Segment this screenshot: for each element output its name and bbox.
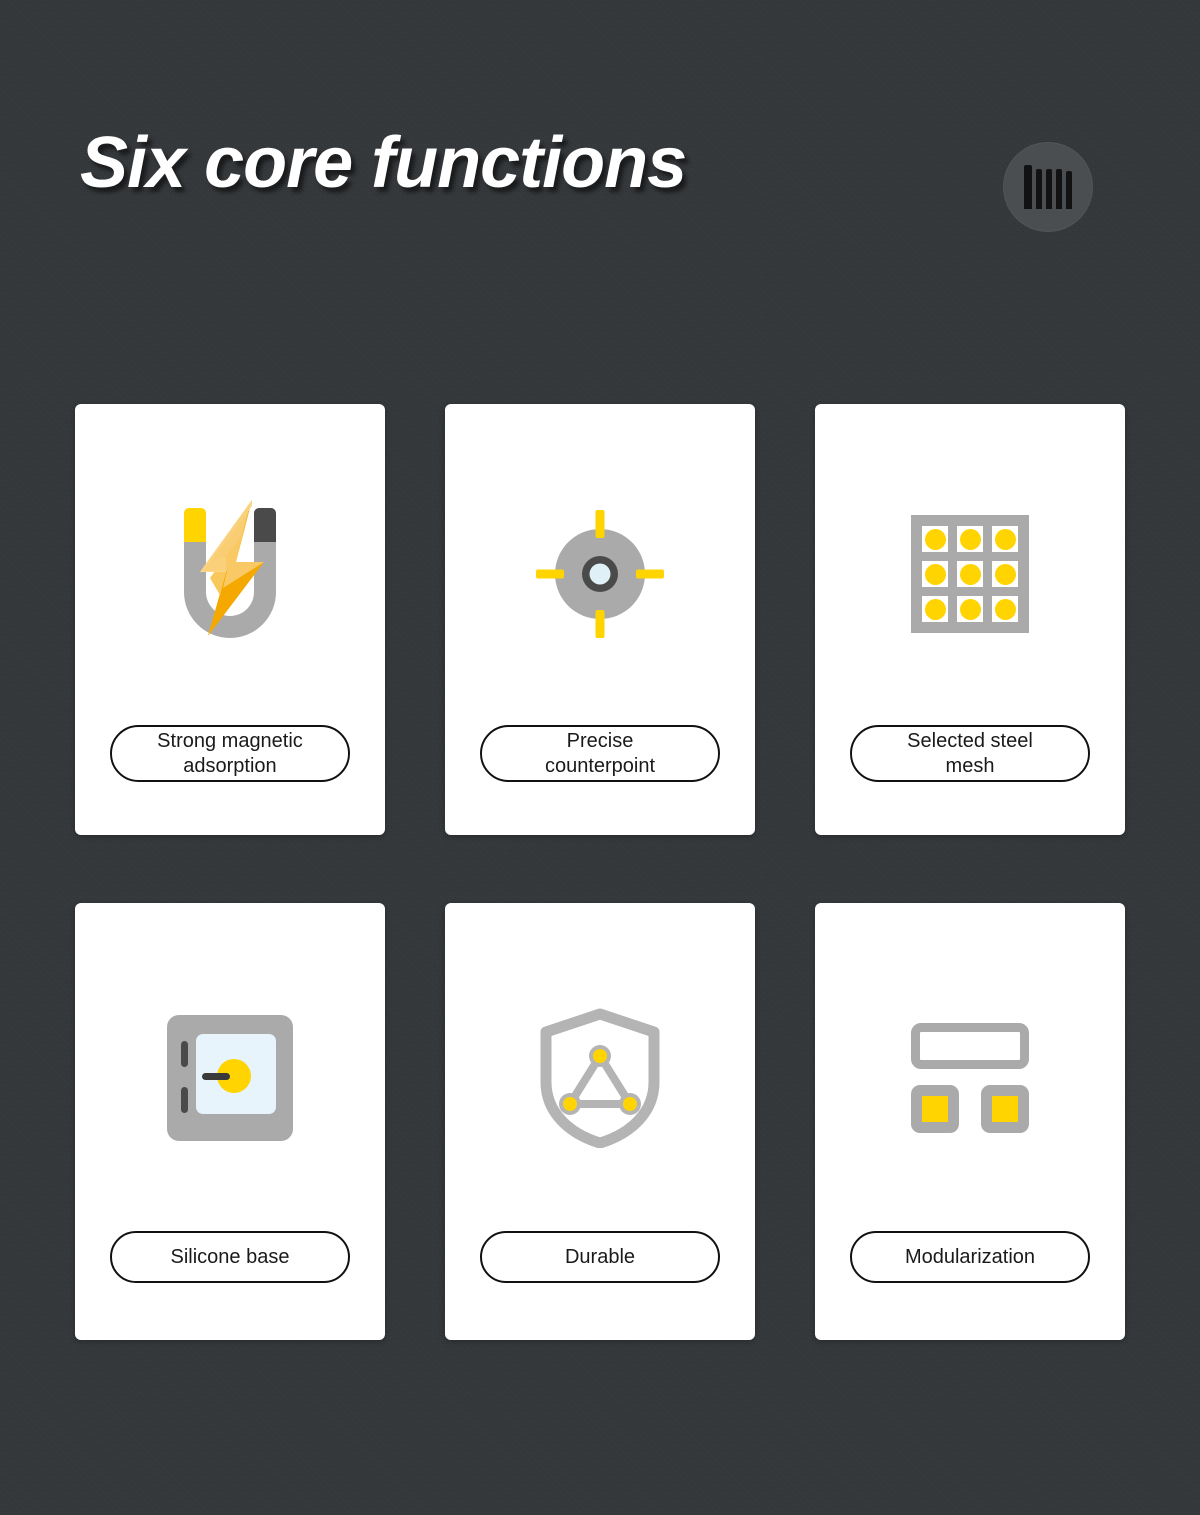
card-icon-wrapper (445, 484, 755, 664)
card-label-modularization[interactable]: Modularization (850, 1231, 1090, 1283)
mesh-cell (992, 561, 1018, 587)
page-title: Six core functions (80, 123, 687, 203)
crosshair-mark-top (595, 510, 605, 538)
card-icon-wrapper (815, 988, 1125, 1168)
barcode-logo-bars (1024, 165, 1072, 209)
module-bar (911, 1023, 1029, 1069)
lightning-bolt-icon (200, 500, 264, 636)
magnet-bolt-icon (170, 500, 290, 644)
mesh-hole (959, 563, 981, 585)
mesh-hole (924, 598, 946, 620)
feature-card-modularization[interactable]: Modularization (815, 903, 1125, 1340)
card-icon-wrapper (75, 484, 385, 664)
mesh-hole (924, 563, 946, 585)
network-node-top (593, 1049, 607, 1063)
safe-handle (202, 1073, 230, 1080)
card-icon-wrapper (815, 484, 1125, 664)
crosshair-mark-right (636, 569, 664, 579)
barcode-logo (1003, 142, 1093, 232)
barcode-bar (1024, 165, 1032, 209)
mesh-hole (959, 528, 981, 550)
modules-blocks-icon (911, 1023, 1029, 1133)
card-label-line: Silicone base (170, 1245, 290, 1268)
module-block (911, 1085, 959, 1133)
mesh-cell (922, 526, 948, 552)
feature-card-silicone-base[interactable]: Silicone base (75, 903, 385, 1340)
target-center (589, 563, 611, 585)
network-node-left (563, 1097, 577, 1111)
card-label-line: Precise (566, 729, 634, 752)
feature-card-precise-counterpoint[interactable]: Precise counterpoint (445, 404, 755, 835)
mesh-hole (994, 563, 1016, 585)
module-block-core (922, 1096, 948, 1122)
mesh-hole (924, 528, 946, 550)
crosshair-mark-bottom (595, 610, 605, 638)
mesh-hole (994, 528, 1016, 550)
card-label-durable[interactable]: Durable (480, 1231, 720, 1283)
card-label-strong-magnetic-adsorption[interactable]: Strong magnetic adsorption (110, 725, 350, 782)
mesh-cell (957, 526, 983, 552)
feature-card-strong-magnetic-adsorption[interactable]: Strong magnetic adsorption (75, 404, 385, 835)
mesh-hole (994, 598, 1016, 620)
page-header: Six core functions (0, 0, 1200, 300)
mesh-cell (957, 596, 983, 622)
crosshair-mark-left (536, 569, 564, 579)
module-block-core (992, 1096, 1018, 1122)
safe-hinge (181, 1087, 188, 1113)
module-block (981, 1085, 1029, 1133)
mesh-cell (922, 596, 948, 622)
card-label-line: Selected steel (907, 729, 1033, 752)
feature-card-selected-steel-mesh[interactable]: Selected steel mesh (815, 404, 1125, 835)
card-icon-wrapper (445, 988, 755, 1168)
card-icon-wrapper (75, 988, 385, 1168)
card-label-silicone-base[interactable]: Silicone base (110, 1231, 350, 1283)
card-label-line: Strong magnetic (157, 729, 303, 752)
card-label-line: adsorption (183, 754, 277, 777)
mesh-cell (992, 526, 1018, 552)
barcode-bar (1036, 169, 1042, 209)
mesh-cell (957, 561, 983, 587)
shield-network-icon (536, 1008, 664, 1149)
card-label-line: counterpoint (544, 754, 656, 777)
mesh-cell (922, 561, 948, 587)
shield-outline (540, 1008, 660, 1149)
barcode-bar (1056, 169, 1062, 209)
card-label-line: mesh (945, 754, 995, 777)
feature-card-durable[interactable]: Durable (445, 903, 755, 1340)
card-label-selected-steel-mesh[interactable]: Selected steel mesh (850, 725, 1090, 782)
mesh-cell (992, 596, 1018, 622)
barcode-bar (1046, 169, 1052, 209)
card-label-precise-counterpoint[interactable]: Precise counterpoint (480, 725, 720, 782)
card-label-line: Modularization (904, 1245, 1036, 1268)
safe-hinge (181, 1041, 188, 1067)
steel-mesh-grid-icon (911, 515, 1029, 633)
network-node-right (623, 1097, 637, 1111)
feature-card-grid: Strong magnetic adsorption Precise count… (75, 404, 1125, 1340)
safe-box-icon (167, 1015, 293, 1141)
barcode-bar (1066, 171, 1072, 209)
six-core-functions-page: Six core functions Strong magnetic adsor… (0, 0, 1200, 1515)
card-label-line: Durable (564, 1245, 636, 1268)
crosshair-target-icon (530, 504, 670, 644)
mesh-hole (959, 598, 981, 620)
